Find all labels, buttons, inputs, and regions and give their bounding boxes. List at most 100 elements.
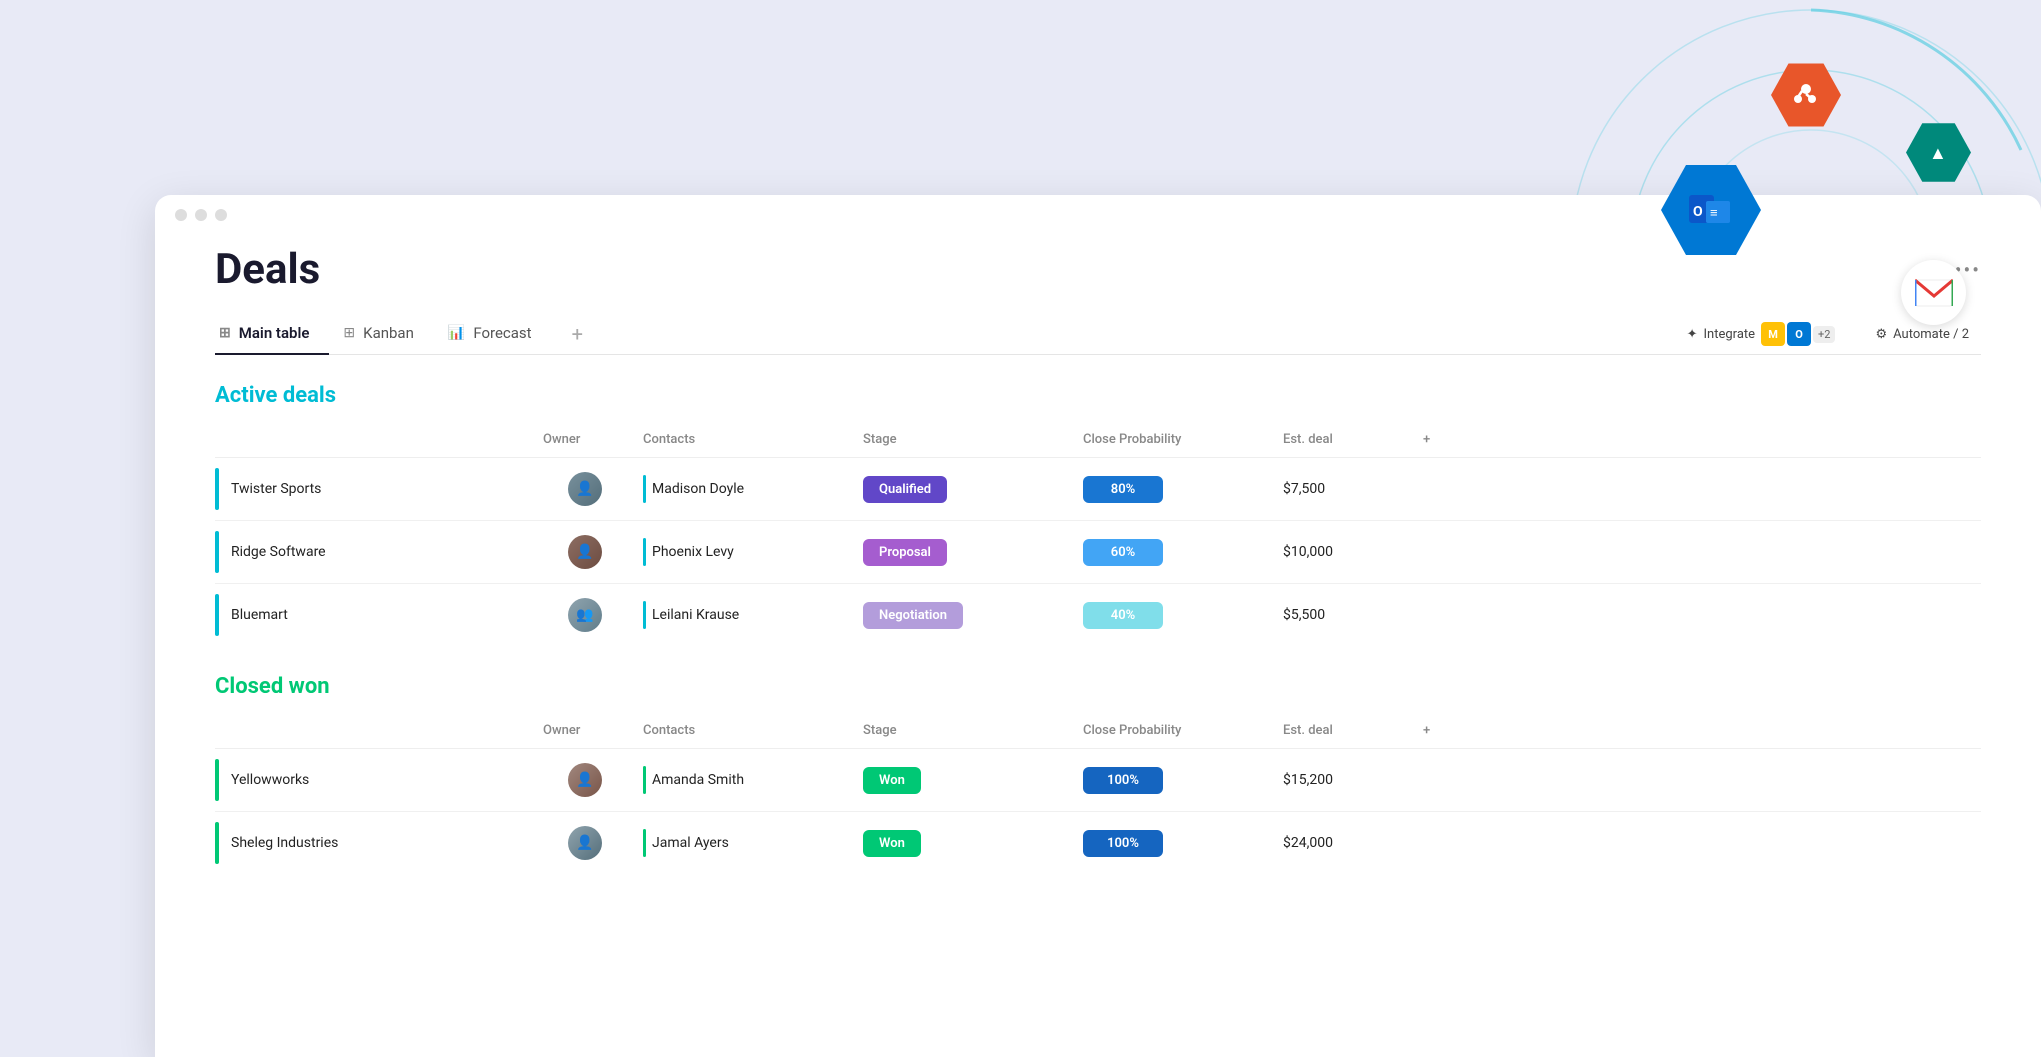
company-name: Sheleg Industries bbox=[231, 835, 338, 851]
more-integrations-badge: +2 bbox=[1813, 326, 1835, 343]
stage-cell: Qualified bbox=[855, 466, 1075, 513]
app-window: Deals ••• ⊞ Main table ⊞ Kanban 📊 Foreca… bbox=[155, 195, 2041, 1057]
row-add-button[interactable] bbox=[1415, 770, 1465, 790]
kanban-icon: ⊞ bbox=[343, 325, 355, 341]
deal-cell: $7,500 bbox=[1275, 471, 1415, 507]
deal-col-header2: Est. deal bbox=[1275, 719, 1415, 742]
table-row[interactable]: Twister Sports 👤 Madison Doyle Qualified… bbox=[215, 458, 1981, 521]
table-row[interactable]: Yellowworks 👤 Amanda Smith Won 100% bbox=[215, 749, 1981, 812]
active-deals-table: Owner Contacts Stage Close Probability E… bbox=[215, 422, 1981, 646]
tab-forecast[interactable]: 📊 Forecast bbox=[444, 314, 552, 354]
contact-bar bbox=[643, 829, 646, 857]
deal-col-header: Est. deal bbox=[1275, 428, 1415, 451]
stage-badge: Won bbox=[863, 767, 921, 794]
contact-name: Madison Doyle bbox=[652, 481, 744, 497]
monday-badge: M bbox=[1761, 322, 1785, 346]
contacts-col-header: Contacts bbox=[635, 428, 855, 451]
table-row[interactable]: Sheleg Industries 👤 Jamal Ayers Won 100% bbox=[215, 812, 1981, 874]
active-deals-header: Owner Contacts Stage Close Probability E… bbox=[215, 422, 1981, 458]
probability-cell: 100% bbox=[1075, 820, 1275, 867]
avatar: 👤 bbox=[568, 763, 602, 797]
company-name: Twister Sports bbox=[231, 481, 321, 497]
tab-add-button[interactable]: + bbox=[562, 314, 593, 354]
more-options-button[interactable]: ••• bbox=[1955, 258, 1981, 282]
stage-badge: Negotiation bbox=[863, 602, 963, 629]
tab-main-table[interactable]: ⊞ Main table bbox=[215, 314, 329, 354]
probability-badge: 40% bbox=[1083, 602, 1163, 629]
tab-actions: ✦ Integrate M O +2 ⚙ Automate / 2 bbox=[1675, 316, 1981, 352]
closed-won-section: Closed won Owner Contacts Stage Close Pr… bbox=[215, 674, 1981, 874]
deal-cell: $15,200 bbox=[1275, 762, 1415, 798]
deal-cell: $10,000 bbox=[1275, 534, 1415, 570]
owner-col-header2: Owner bbox=[535, 719, 635, 742]
contact-cell: Madison Doyle bbox=[635, 465, 855, 513]
outlook-badge: O bbox=[1787, 322, 1811, 346]
contact-name: Amanda Smith bbox=[652, 772, 744, 788]
dot-red bbox=[175, 209, 187, 221]
contact-cell: Jamal Ayers bbox=[635, 819, 855, 867]
company-name: Bluemart bbox=[231, 607, 288, 623]
integrate-button[interactable]: ✦ Integrate M O +2 bbox=[1675, 316, 1848, 352]
contact-name: Leilani Krause bbox=[652, 607, 739, 623]
avatar: 👤 bbox=[568, 826, 602, 860]
owner-col-header: Owner bbox=[535, 428, 635, 451]
owner-cell: 👤 bbox=[535, 525, 635, 579]
probability-cell: 80% bbox=[1075, 466, 1275, 513]
stage-cell: Negotiation bbox=[855, 592, 1075, 639]
stage-badge: Qualified bbox=[863, 476, 947, 503]
tabs-row: ⊞ Main table ⊞ Kanban 📊 Forecast + ✦ Int… bbox=[215, 314, 1981, 355]
probability-cell: 60% bbox=[1075, 529, 1275, 576]
closed-won-title: Closed won bbox=[215, 674, 1981, 699]
automate-button[interactable]: ⚙ Automate / 2 bbox=[1863, 321, 1981, 348]
probability-cell: 100% bbox=[1075, 757, 1275, 804]
contact-cell: Amanda Smith bbox=[635, 756, 855, 804]
row-add-button[interactable] bbox=[1415, 605, 1465, 625]
contact-cell: Phoenix Levy bbox=[635, 528, 855, 576]
contact-bar bbox=[643, 538, 646, 566]
table-icon: ⊞ bbox=[219, 325, 231, 341]
active-deals-section: Active deals Owner Contacts Stage Close … bbox=[215, 383, 1981, 646]
deal-cell: $24,000 bbox=[1275, 825, 1415, 861]
company-cell: Sheleg Industries bbox=[215, 812, 535, 874]
company-name: Yellowworks bbox=[231, 772, 309, 788]
prob-col-header: Close Probability bbox=[1075, 428, 1275, 451]
stage-cell: Won bbox=[855, 820, 1075, 867]
owner-cell: 👤 bbox=[535, 462, 635, 516]
probability-badge: 100% bbox=[1083, 830, 1163, 857]
contact-bar bbox=[643, 601, 646, 629]
dot-yellow bbox=[195, 209, 207, 221]
probability-badge: 100% bbox=[1083, 767, 1163, 794]
contact-bar bbox=[643, 766, 646, 794]
page-title: Deals bbox=[215, 245, 320, 294]
active-deals-title: Active deals bbox=[215, 383, 1981, 408]
company-cell: Ridge Software bbox=[215, 521, 535, 583]
company-name: Ridge Software bbox=[231, 544, 326, 560]
company-cell: Twister Sports bbox=[215, 458, 535, 520]
probability-badge: 80% bbox=[1083, 476, 1163, 503]
integrate-icon: ✦ bbox=[1687, 327, 1698, 342]
row-add-button[interactable] bbox=[1415, 833, 1465, 853]
contact-name: Jamal Ayers bbox=[652, 835, 729, 851]
add-col-header: + bbox=[1415, 428, 1465, 451]
stage-badge: Proposal bbox=[863, 539, 947, 566]
contact-cell: Leilani Krause bbox=[635, 591, 855, 639]
table-row[interactable]: Bluemart 👥 Leilani Krause Negotiation 40… bbox=[215, 584, 1981, 646]
owner-cell: 👤 bbox=[535, 753, 635, 807]
forecast-icon: 📊 bbox=[448, 325, 465, 341]
probability-cell: 40% bbox=[1075, 592, 1275, 639]
contact-name: Phoenix Levy bbox=[652, 544, 734, 560]
group-bar bbox=[215, 468, 219, 510]
stage-cell: Won bbox=[855, 757, 1075, 804]
row-add-button[interactable] bbox=[1415, 542, 1465, 562]
stage-badge: Won bbox=[863, 830, 921, 857]
probability-badge: 60% bbox=[1083, 539, 1163, 566]
table-row[interactable]: Ridge Software 👤 Phoenix Levy Proposal 6… bbox=[215, 521, 1981, 584]
group-bar bbox=[215, 822, 219, 864]
group-bar bbox=[215, 759, 219, 801]
stage-col-header2: Stage bbox=[855, 719, 1075, 742]
tab-kanban[interactable]: ⊞ Kanban bbox=[339, 314, 433, 354]
automate-icon: ⚙ bbox=[1875, 327, 1887, 342]
deal-cell: $5,500 bbox=[1275, 597, 1415, 633]
group-bar bbox=[215, 531, 219, 573]
row-add-button[interactable] bbox=[1415, 479, 1465, 499]
